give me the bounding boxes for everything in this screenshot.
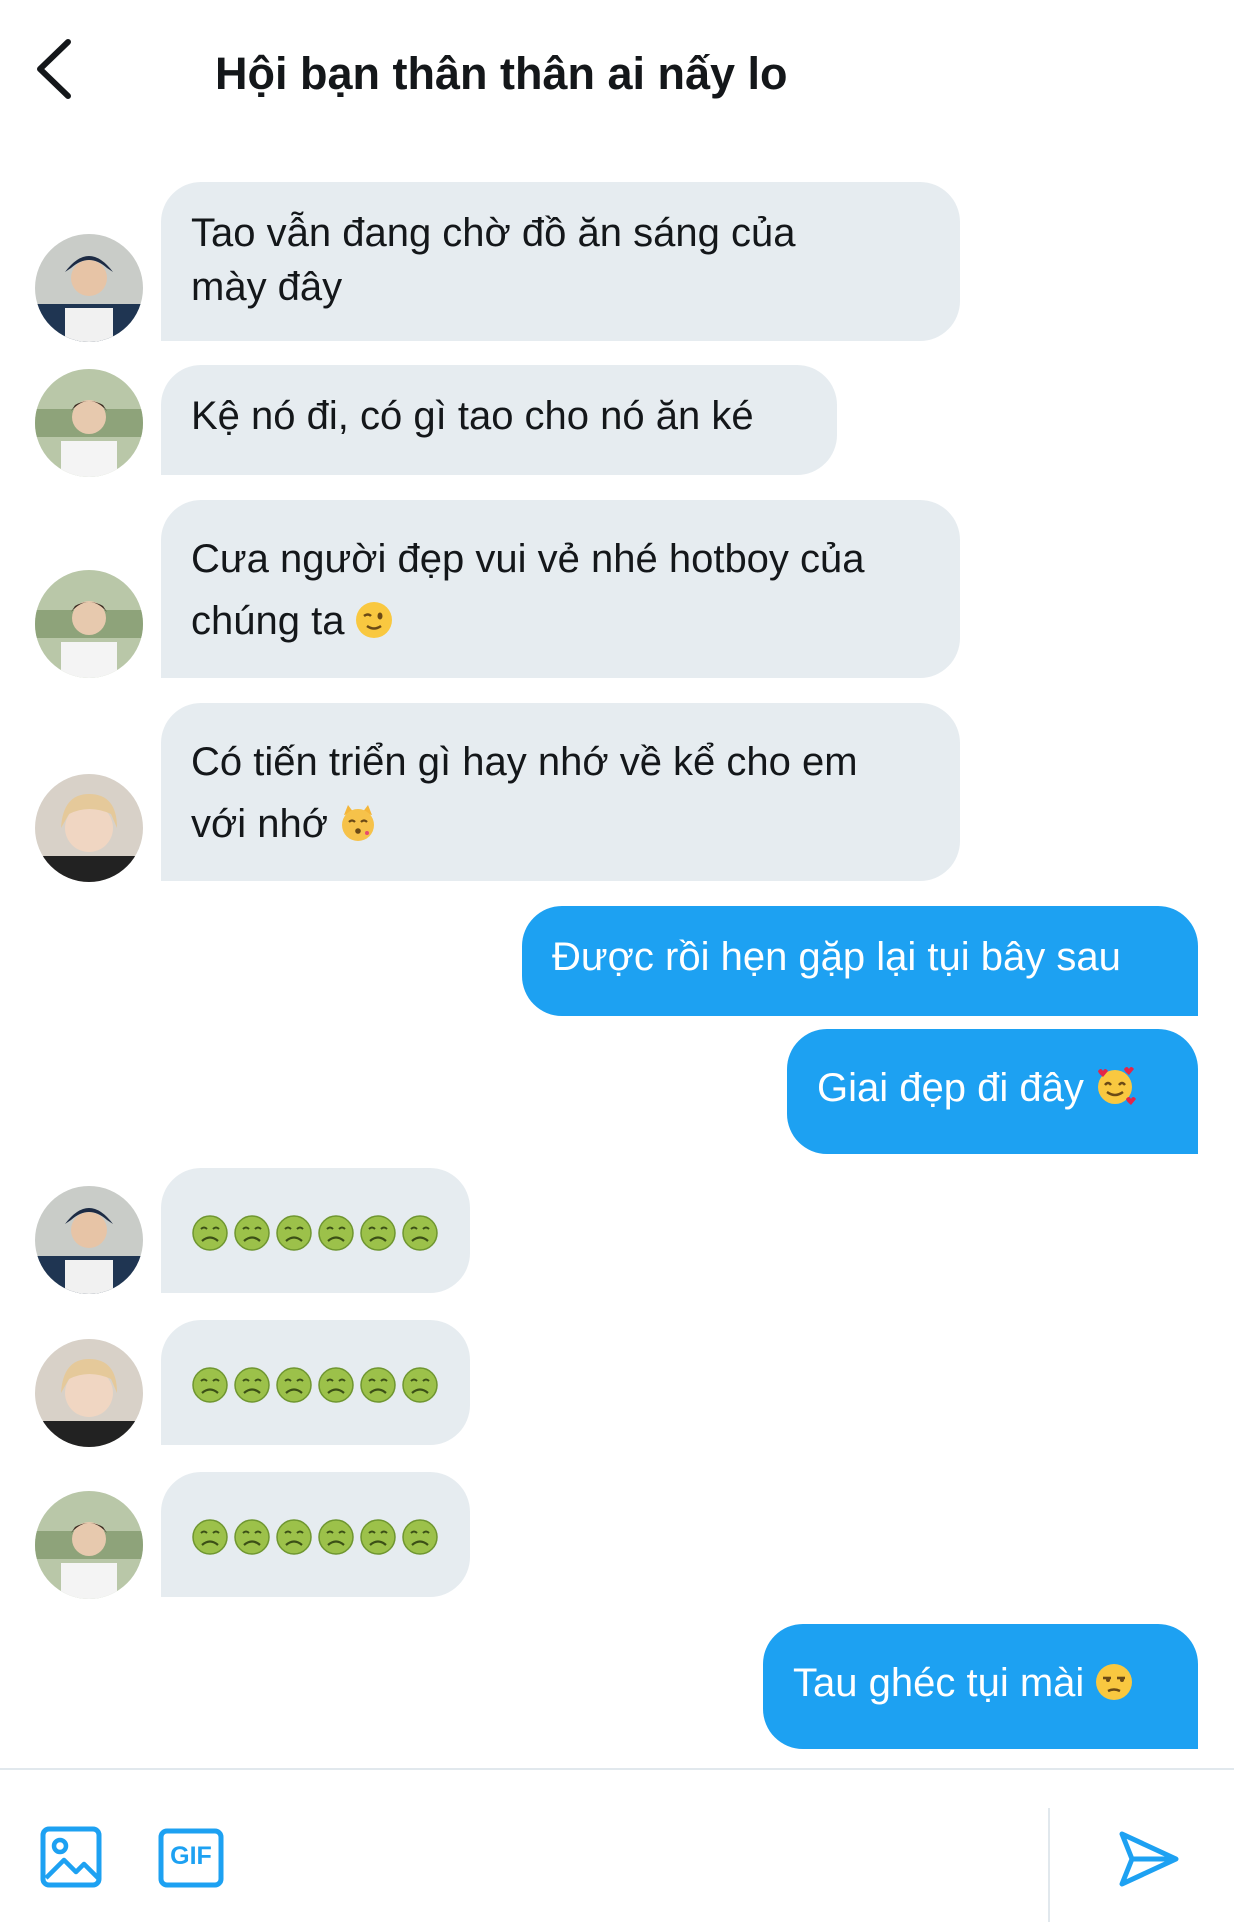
avatar[interactable] [35,369,143,477]
message-text: mày đây [191,265,343,309]
kissing-cat-emoji [338,799,378,861]
nauseated-face-emoji-row [191,1212,440,1251]
message-bubble-incoming[interactable]: Có tiến triển gì hay nhớ về kể cho em vớ… [161,703,960,881]
nauseated-face-emoji [359,1364,397,1403]
message-bubble-incoming[interactable]: Tao vẫn đang chờ đồ ăn sáng của mày đây [161,182,960,341]
nauseated-face-emoji-row [191,1364,440,1403]
message-text: Kệ nó đi, có gì tao cho nó ăn ké [191,394,754,438]
avatar[interactable] [35,1186,143,1294]
message-text: Tao vẫn đang chờ đồ ăn sáng của [191,211,796,255]
nauseated-face-emoji [233,1516,271,1555]
nauseated-face-emoji [275,1364,313,1403]
nauseated-face-emoji [317,1364,355,1403]
chevron-left-icon [37,39,71,99]
add-gif-button[interactable]: GIF [158,1828,224,1888]
nauseated-face-emoji [191,1516,229,1555]
message-bubble-incoming[interactable] [161,1168,470,1293]
composer-divider [1048,1808,1050,1922]
avatar[interactable] [35,1339,143,1447]
conversation-title: Hội bạn thân thân ai nấy lo [215,48,788,99]
back-button[interactable] [30,34,100,124]
nauseated-face-emoji [359,1516,397,1555]
message-text: với nhớ [191,802,328,846]
avatar[interactable] [35,1491,143,1599]
image-icon [40,1826,102,1888]
nauseated-face-emoji [275,1516,313,1555]
message-bubble-outgoing[interactable]: Được rồi hẹn gặp lại tụi bây sau [522,906,1198,1016]
nauseated-face-emoji-row [191,1516,440,1555]
nauseated-face-emoji [317,1212,355,1251]
winking-face-emoji [354,596,394,658]
unamused-face-emoji [1094,1662,1134,1716]
message-bubble-incoming[interactable]: Cưa người đẹp vui vẻ nhé hotboy của chún… [161,500,960,678]
gif-label: GIF [170,1842,212,1870]
nauseated-face-emoji [191,1212,229,1251]
message-text: Cưa người đẹp vui vẻ nhé hotboy của [191,537,865,581]
add-image-button[interactable] [40,1826,102,1888]
chat-header: Hội bạn thân thân ai nấy lo [0,0,1234,150]
nauseated-face-emoji [233,1212,271,1251]
message-bubble-incoming[interactable] [161,1472,470,1597]
avatar[interactable] [35,774,143,882]
avatar[interactable] [35,570,143,678]
message-bubble-incoming[interactable] [161,1320,470,1445]
message-text: Giai đẹp đi đây [817,1066,1084,1110]
nauseated-face-emoji [401,1364,439,1403]
send-icon [1119,1831,1179,1887]
message-bubble-outgoing[interactable]: Tau ghéc tụi mài [763,1624,1198,1749]
message-composer: GIF [0,1768,1234,1922]
message-bubble-outgoing[interactable]: Giai đẹp đi đây [787,1029,1198,1154]
nauseated-face-emoji [401,1516,439,1555]
smiling-face-with-hearts-emoji [1094,1065,1136,1121]
message-text: Được rồi hẹn gặp lại tụi bây sau [552,935,1121,979]
nauseated-face-emoji [233,1364,271,1403]
message-text: Tau ghéc tụi mài [793,1661,1085,1705]
nauseated-face-emoji [275,1212,313,1251]
send-button[interactable] [1118,1828,1180,1890]
nauseated-face-emoji [359,1212,397,1251]
nauseated-face-emoji [191,1364,229,1403]
message-text: Có tiến triển gì hay nhớ về kể cho em [191,740,858,784]
message-bubble-incoming[interactable]: Kệ nó đi, có gì tao cho nó ăn ké [161,365,837,475]
nauseated-face-emoji [401,1212,439,1251]
avatar[interactable] [35,234,143,342]
message-text: chúng ta [191,599,345,643]
nauseated-face-emoji [317,1516,355,1555]
